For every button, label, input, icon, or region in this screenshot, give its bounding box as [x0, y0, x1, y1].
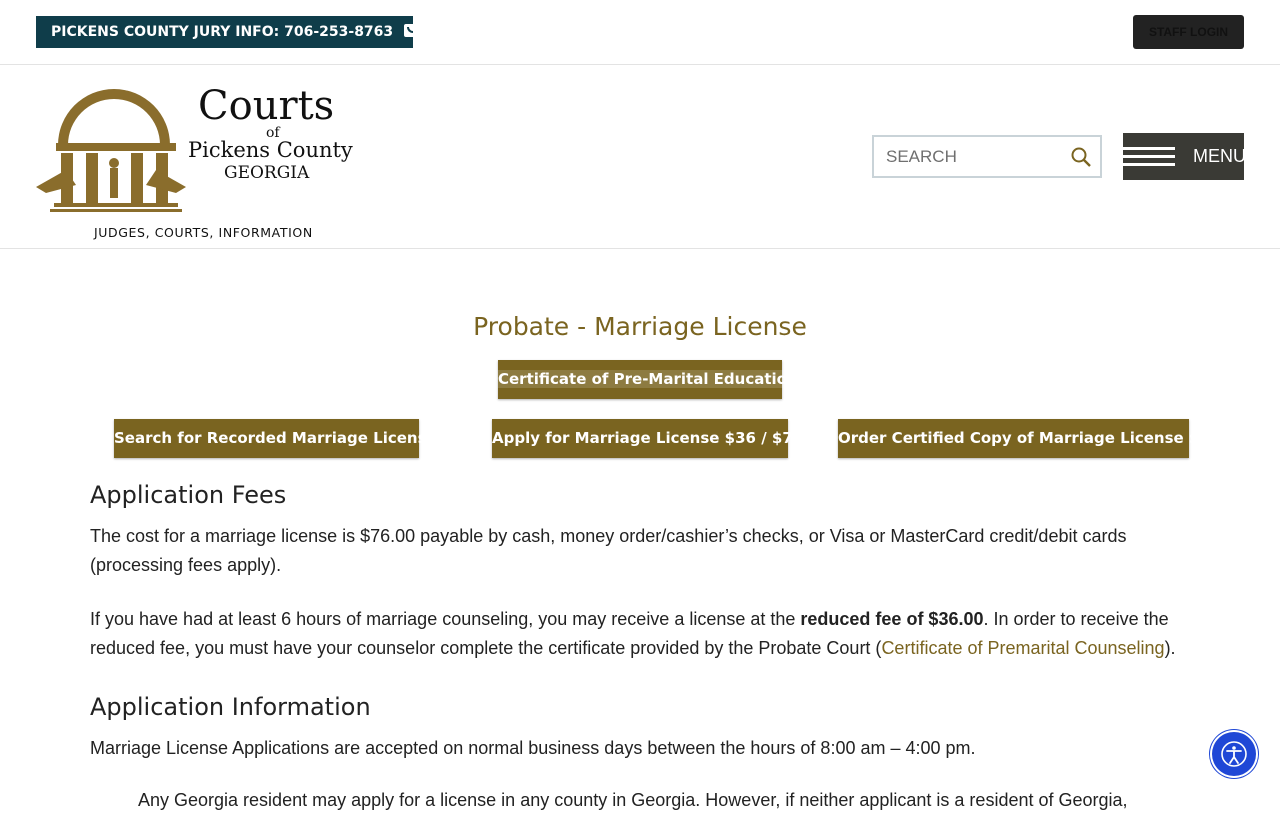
svg-text:GEORGIA: GEORGIA [224, 163, 310, 183]
application-info-heading: Application Information [90, 693, 371, 721]
search-box [872, 135, 1102, 178]
search-icon[interactable] [1070, 146, 1092, 168]
staff-login-button[interactable]: STAFF LOGIN [1133, 15, 1244, 49]
apply-license-button[interactable]: Apply for Marriage License $36 / $76 [492, 419, 803, 458]
site-header: Courts of Pickens County GEORGIA JUDGES,… [0, 65, 1280, 249]
search-recorded-license-button[interactable]: Search for Recorded Marriage License [114, 419, 437, 458]
fees-paragraph: The cost for a marriage license is $76.0… [90, 526, 1127, 575]
logo-tagline: JUDGES, COURTS, INFORMATION [94, 225, 313, 240]
jury-info-label: PICKENS COUNTY JURY INFO: 706-253-8763 [51, 24, 394, 40]
menu-button[interactable]: MENU [1123, 133, 1246, 180]
svg-text:Courts: Courts [198, 83, 334, 129]
accessibility-icon [1221, 741, 1247, 767]
premarital-counseling-link[interactable]: Certificate of Premarital Counseling [881, 638, 1164, 658]
site-logo[interactable]: Courts of Pickens County GEORGIA JUDGES,… [36, 75, 366, 240]
premarital-education-button[interactable]: Certificate of Pre-Marital Education [498, 360, 798, 399]
reduced-fee-paragraph: If you have had at least 6 hours of marr… [90, 609, 1176, 658]
premarital-education-label: Certificate of Pre-Marital Education [498, 370, 798, 388]
courthouse-emblem-icon: Courts of Pickens County GEORGIA [36, 83, 353, 212]
phone-icon [404, 24, 418, 37]
menu-label: MENU [1193, 146, 1246, 166]
top-bar: PICKENS COUNTY JURY INFO: 706-253-8763 S… [0, 0, 1280, 65]
jury-info-button[interactable]: PICKENS COUNTY JURY INFO: 706-253-8763 [36, 16, 418, 48]
order-certified-copy-button[interactable]: Order Certified Copy of Marriage License… [838, 419, 1220, 458]
hamburger-icon [1123, 147, 1175, 171]
info-paragraph: Marriage License Applications are accept… [90, 738, 976, 758]
accessibility-button[interactable] [1212, 732, 1256, 776]
residency-paragraph: Any Georgia resident may apply for a lic… [138, 790, 1128, 810]
svg-text:Pickens County: Pickens County [188, 138, 353, 162]
search-input[interactable] [874, 137, 1068, 177]
page-title: Probate - Marriage License [473, 312, 807, 341]
application-fees-heading: Application Fees [90, 481, 287, 509]
